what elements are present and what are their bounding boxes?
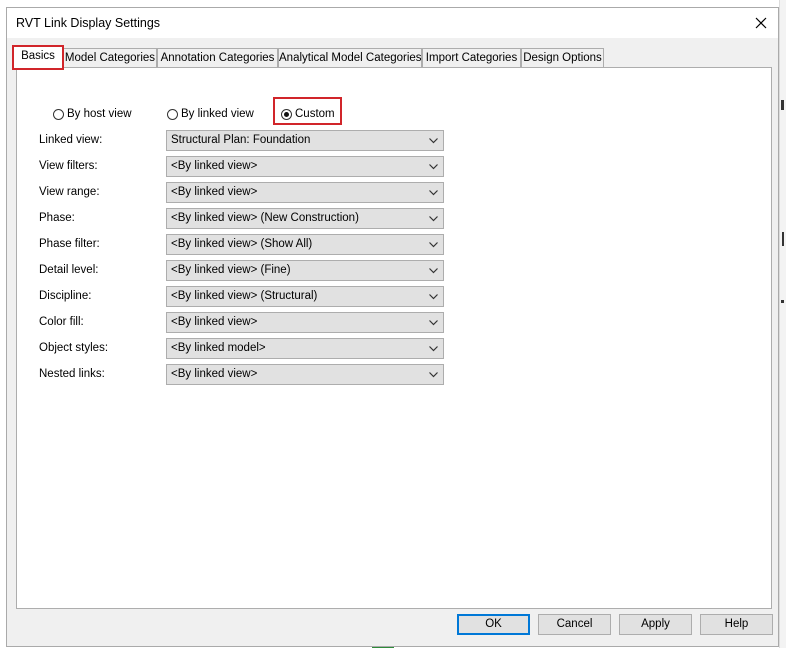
tab-basics[interactable]: Basics (12, 45, 64, 70)
view-filters-dropdown[interactable]: <By linked view> (166, 156, 444, 177)
cancel-button[interactable]: Cancel (538, 614, 611, 635)
view-range-dropdown[interactable]: <By linked view> (166, 182, 444, 203)
detail-level-dropdown[interactable]: <By linked view> (Fine) (166, 260, 444, 281)
phase-dropdown[interactable]: <By linked view> (New Construction) (166, 208, 444, 229)
rvt-link-display-settings-dialog: RVT Link Display Settings Basics Model C… (6, 7, 779, 647)
dropdown-value: <By linked view> (Structural) (171, 290, 318, 302)
dropdown-value: <By linked view> (171, 316, 258, 328)
radio-label: By host view (67, 108, 132, 120)
setting-row-detail-level: Detail level: <By linked view> (Fine) (7, 260, 778, 282)
radio-button-checked-icon (281, 108, 292, 120)
radio-label: By linked view (181, 108, 254, 120)
chevron-down-icon (429, 320, 438, 326)
discipline-dropdown[interactable]: <By linked view> (Structural) (166, 286, 444, 307)
background-drawing-area (779, 0, 786, 648)
close-icon (755, 17, 767, 29)
dropdown-value: <By linked view> (Show All) (171, 238, 313, 250)
display-mode-radio-group: By host view By linked view Custom (7, 104, 778, 124)
title-bar: RVT Link Display Settings (7, 8, 778, 38)
nested-links-dropdown[interactable]: <By linked view> (166, 364, 444, 385)
setting-row-phase-filter: Phase filter: <By linked view> (Show All… (7, 234, 778, 256)
radio-button-icon (53, 108, 64, 120)
setting-label: View range: (39, 186, 100, 198)
background-drawing-mark (781, 300, 784, 303)
setting-label: Phase: (39, 212, 75, 224)
dropdown-value: <By linked view> (New Construction) (171, 212, 359, 224)
setting-label: Nested links: (39, 368, 105, 380)
dropdown-value: <By linked view> (171, 160, 258, 172)
tab-annotation-categories[interactable]: Annotation Categories (157, 48, 278, 67)
setting-label: Detail level: (39, 264, 99, 276)
tab-import-categories[interactable]: Import Categories (422, 48, 521, 67)
setting-row-view-filters: View filters: <By linked view> (7, 156, 778, 178)
window-title: RVT Link Display Settings (16, 16, 161, 30)
background-drawing-mark (781, 100, 784, 110)
radio-by-host-view[interactable]: By host view (53, 104, 132, 124)
tab-design-options[interactable]: Design Options (521, 48, 604, 67)
chevron-down-icon (429, 138, 438, 144)
color-fill-dropdown[interactable]: <By linked view> (166, 312, 444, 333)
chevron-down-icon (429, 242, 438, 248)
chevron-down-icon (429, 190, 438, 196)
dropdown-value: <By linked model> (171, 342, 266, 354)
background-drawing-mark (782, 232, 784, 246)
chevron-down-icon (429, 216, 438, 222)
chevron-down-icon (429, 268, 438, 274)
linked-view-dropdown[interactable]: Structural Plan: Foundation (166, 130, 444, 151)
ok-button[interactable]: OK (457, 614, 530, 635)
setting-row-object-styles: Object styles: <By linked model> (7, 338, 778, 360)
setting-label: View filters: (39, 160, 98, 172)
radio-by-linked-view[interactable]: By linked view (167, 104, 254, 124)
chevron-down-icon (429, 164, 438, 170)
setting-label: Object styles: (39, 342, 109, 354)
radio-custom[interactable]: Custom (281, 104, 335, 124)
setting-label: Phase filter: (39, 238, 100, 250)
dropdown-value: <By linked view> (Fine) (171, 264, 291, 276)
tab-model-categories[interactable]: Model Categories (63, 48, 157, 67)
setting-row-linked-view: Linked view: Structural Plan: Foundation (7, 130, 778, 152)
dropdown-value: Structural Plan: Foundation (171, 134, 311, 146)
setting-row-nested-links: Nested links: <By linked view> (7, 364, 778, 386)
radio-label: Custom (295, 108, 335, 120)
chevron-down-icon (429, 294, 438, 300)
setting-label: Linked view: (39, 134, 103, 146)
setting-row-view-range: View range: <By linked view> (7, 182, 778, 204)
close-button[interactable] (748, 11, 774, 35)
radio-button-icon (167, 108, 178, 120)
apply-button[interactable]: Apply (619, 614, 692, 635)
tab-analytical-model-categories[interactable]: Analytical Model Categories (278, 48, 422, 67)
object-styles-dropdown[interactable]: <By linked model> (166, 338, 444, 359)
dropdown-value: <By linked view> (171, 368, 258, 380)
dropdown-value: <By linked view> (171, 186, 258, 198)
setting-label: Color fill: (39, 316, 84, 328)
chevron-down-icon (429, 346, 438, 352)
setting-row-phase: Phase: <By linked view> (New Constructio… (7, 208, 778, 230)
setting-label: Discipline: (39, 290, 92, 302)
setting-row-color-fill: Color fill: <By linked view> (7, 312, 778, 334)
help-button[interactable]: Help (700, 614, 773, 635)
phase-filter-dropdown[interactable]: <By linked view> (Show All) (166, 234, 444, 255)
setting-row-discipline: Discipline: <By linked view> (Structural… (7, 286, 778, 308)
chevron-down-icon (429, 372, 438, 378)
